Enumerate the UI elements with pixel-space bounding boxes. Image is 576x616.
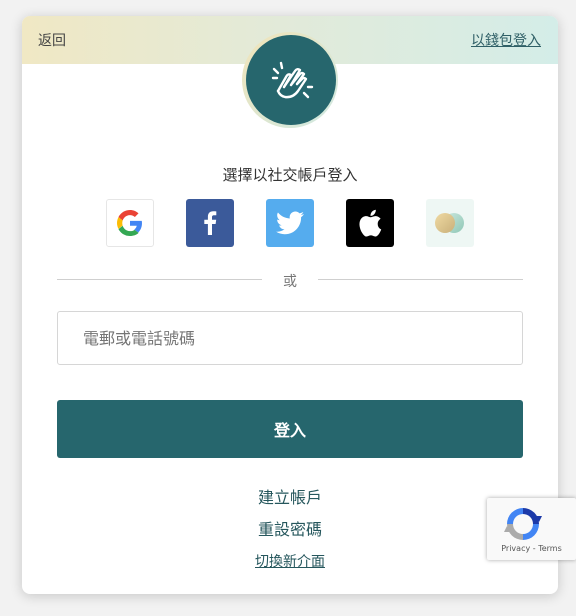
recaptcha-separator: - [530,544,539,553]
twitter-login-button[interactable] [266,199,314,247]
divider-right [318,279,523,280]
privacy-link[interactable]: Privacy [501,544,530,553]
reset-password-link[interactable]: 重設密碼 [22,516,558,540]
or-separator: 或 [283,274,297,290]
facebook-icon [204,211,217,235]
login-modal: 返回 以錢包登入 選擇以社交帳戶登入 或 電郵或電話號碼 登入 建立帳戶 重設密… [22,16,558,594]
wallet-login-button[interactable] [426,199,474,247]
terms-link[interactable]: Terms [538,544,562,553]
wallet-login-link[interactable]: 以錢包登入 [471,30,541,50]
logo [246,35,336,125]
facebook-login-button[interactable] [186,199,234,247]
recaptcha-badge[interactable]: Privacy - Terms [487,498,576,560]
clapping-hands-icon [271,61,314,99]
apple-icon [359,209,382,237]
create-account-link[interactable]: 建立帳戶 [22,484,558,508]
google-login-button[interactable] [106,199,154,247]
twitter-icon [276,211,304,235]
recaptcha-links: Privacy - Terms [487,544,576,553]
back-link[interactable]: 返回 [38,30,66,50]
apple-login-button[interactable] [346,199,394,247]
social-login-row [106,199,476,247]
wallet-icon [435,213,464,233]
email-or-phone-input[interactable] [57,311,523,365]
switch-interface-link[interactable]: 切換新介面 [22,551,558,571]
recaptcha-icon [504,508,542,540]
social-login-title: 選擇以社交帳戶登入 [222,166,358,184]
google-icon [117,210,142,236]
login-button[interactable]: 登入 [57,400,523,458]
